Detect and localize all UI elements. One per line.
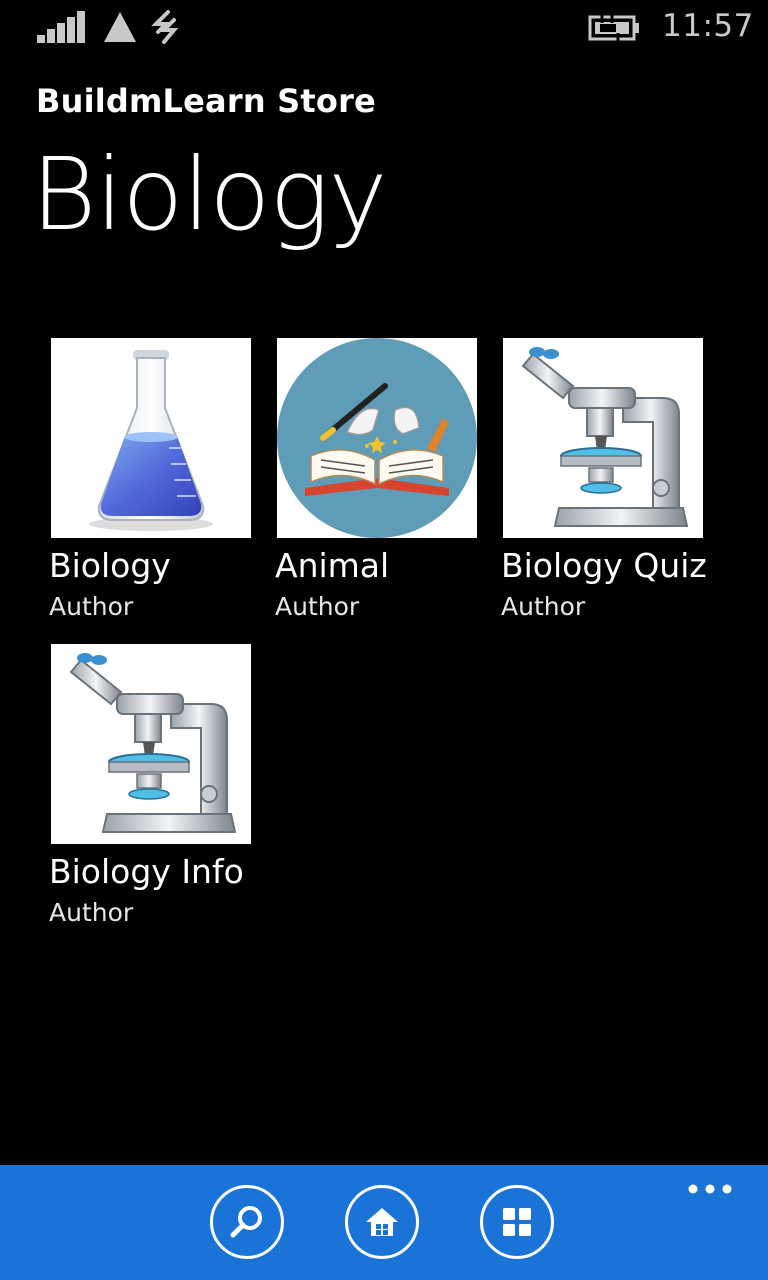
- app-author: Author: [501, 592, 586, 621]
- status-bar: 11:57: [0, 0, 768, 56]
- app-author: Author: [49, 898, 134, 927]
- flask-icon: [89, 350, 213, 531]
- app-author: Author: [275, 592, 360, 621]
- app-tile-animal[interactable]: Animal Author: [275, 338, 487, 621]
- app-title: BuildmLearn Store: [36, 82, 376, 120]
- app-name: Biology: [49, 546, 171, 585]
- signal-strength-icon: [37, 11, 85, 43]
- battery-charging-icon: [588, 15, 639, 41]
- home-icon: [366, 1208, 398, 1236]
- microscope-icon: [69, 653, 237, 833]
- magic-book-icon: [277, 338, 477, 538]
- app-bar: [0, 1165, 768, 1280]
- clock: 11:57: [662, 8, 754, 44]
- app-tile-biology-info[interactable]: Biology Info Author: [49, 644, 261, 927]
- app-thumbnail: [277, 338, 477, 538]
- app-thumbnail: [503, 338, 703, 538]
- microscope-icon: [521, 347, 689, 527]
- page-title: Biology: [31, 136, 388, 253]
- wifi-icon: [104, 12, 136, 42]
- search-icon: [230, 1206, 262, 1238]
- app-name: Biology Info: [49, 852, 244, 891]
- app-author: Author: [49, 592, 134, 621]
- app-name: Animal: [275, 546, 390, 585]
- more-dots-icon[interactable]: [688, 1183, 732, 1197]
- search-button[interactable]: [210, 1185, 284, 1259]
- app-thumbnail: [51, 338, 251, 538]
- home-button[interactable]: [345, 1185, 419, 1259]
- app-tile-biology[interactable]: Biology Author: [49, 338, 261, 621]
- data-connection-icon: [151, 10, 179, 44]
- app-tile-biology-quiz[interactable]: Biology Quiz Author: [501, 338, 713, 621]
- app-thumbnail: [51, 644, 251, 844]
- grid-icon: [503, 1208, 531, 1236]
- app-name: Biology Quiz: [501, 546, 707, 585]
- categories-button[interactable]: [480, 1185, 554, 1259]
